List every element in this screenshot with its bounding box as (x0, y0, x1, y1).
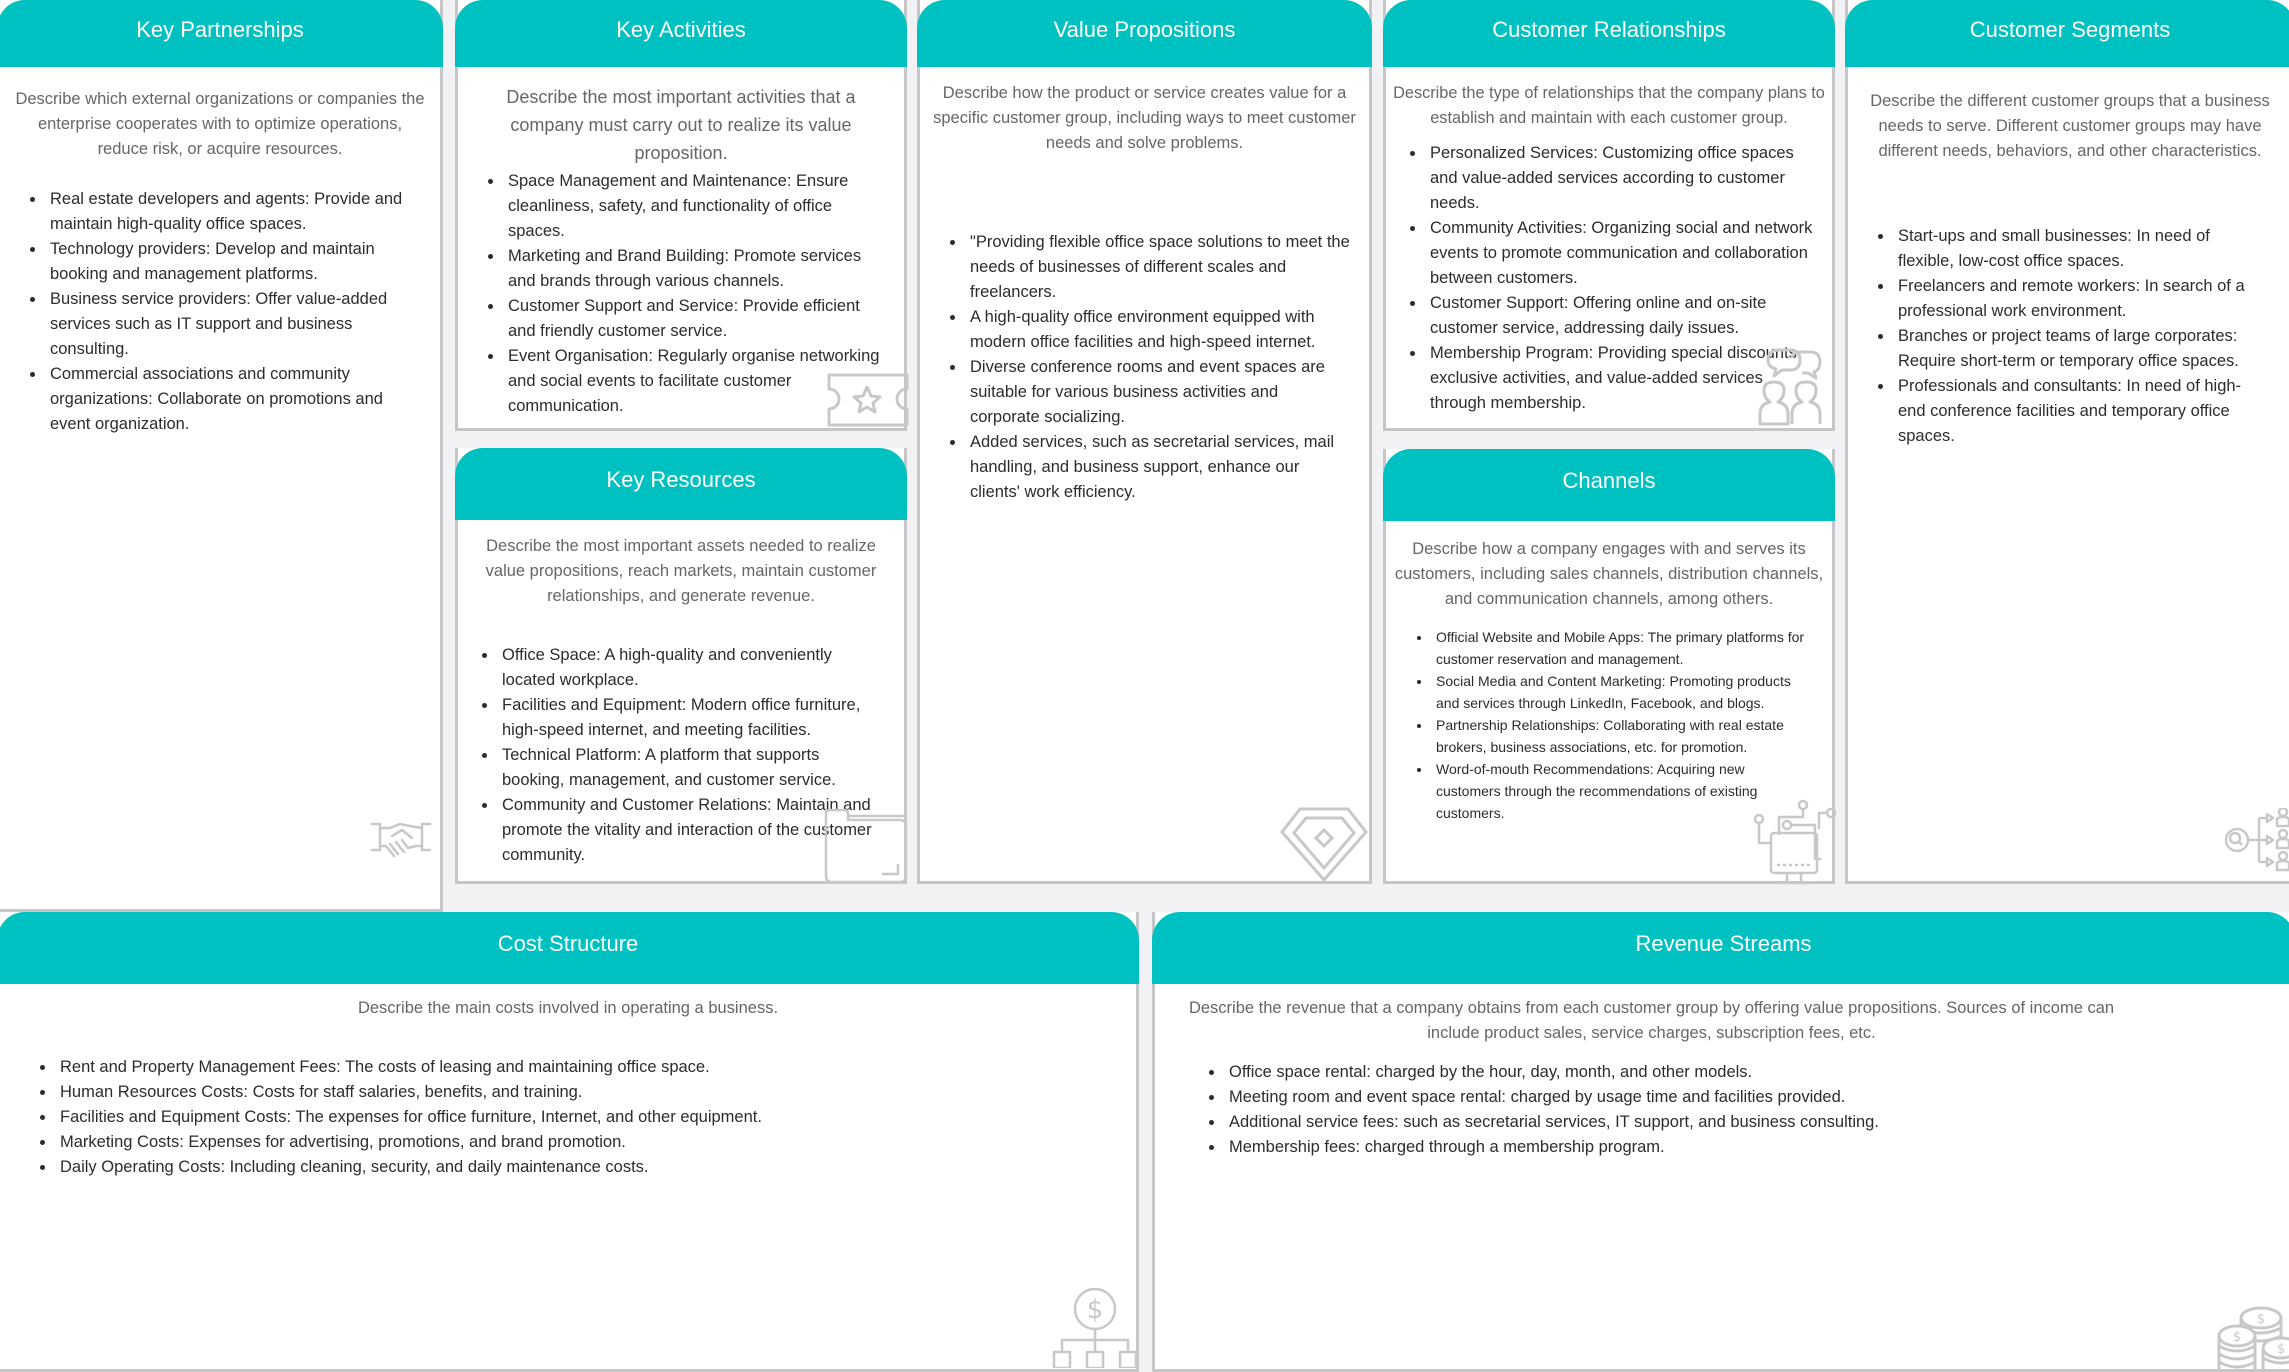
list-item: Partnership Relationships: Collaborating… (1432, 714, 1808, 758)
customer-segments-block: Customer Segments Describe the different… (1845, 0, 2289, 884)
channels-block: Channels Describe how a company engages … (1383, 449, 1837, 885)
list-item: Diverse conference rooms and event space… (966, 355, 1351, 430)
svg-text:$: $ (2233, 1330, 2241, 1345)
key-activities-header: Key Activities (455, 0, 907, 67)
key-partnerships-description: Describe which external organizations or… (15, 90, 425, 158)
list-item: Meeting room and event space rental: cha… (1225, 1085, 2284, 1110)
channels-description: Describe how a company engages with and … (1394, 540, 1824, 608)
list-item: Real estate developers and agents: Provi… (46, 187, 412, 237)
key-resources-header: Key Resources (455, 448, 907, 520)
value-propositions-description: Describe how the product or service crea… (933, 84, 1356, 152)
list-item: Technical Platform: A platform that supp… (498, 743, 886, 793)
folder-icon (822, 808, 912, 884)
list-item: Personalized Services: Customizing offic… (1426, 141, 1816, 216)
network-monitor-icon (1751, 799, 1837, 885)
list-item: Commercial associations and community or… (46, 362, 412, 437)
list-item: Professionals and consultants: In need o… (1894, 374, 2268, 449)
list-item: A high-quality office environment equipp… (966, 305, 1351, 355)
cost-structure-header: Cost Structure (0, 912, 1139, 984)
svg-text:$: $ (2277, 1342, 2285, 1357)
list-item: Social Media and Content Marketing: Prom… (1432, 670, 1808, 714)
svg-text:$: $ (1087, 1295, 1104, 1325)
key-partnerships-title: Key Partnerships (136, 16, 304, 42)
key-resources-title: Key Resources (606, 467, 756, 492)
list-item: Membership fees: charged through a membe… (1225, 1135, 2284, 1160)
cost-structure-title: Cost Structure (497, 931, 639, 956)
list-item: Customer Support and Service: Provide ef… (504, 294, 884, 344)
cost-structure-block: Cost Structure Describe the main costs i… (0, 912, 1139, 1372)
channels-list: Official Website and Mobile Apps: The pr… (1390, 626, 1828, 824)
list-item: Customer Support: Offering online and on… (1426, 291, 1816, 341)
value-propositions-header: Value Propositions (917, 0, 1372, 67)
key-partnerships-list: Real estate developers and agents: Provi… (8, 187, 432, 437)
list-item: Facilities and Equipment Costs: The expe… (56, 1105, 1128, 1130)
list-item: Technology providers: Develop and mainta… (46, 237, 412, 287)
customer-relationships-description: Describe the type of relationships that … (1393, 84, 1825, 127)
customer-relationships-block: Customer Relationships Describe the type… (1383, 0, 1835, 431)
cost-structure-description: Describe the main costs involved in oper… (357, 999, 779, 1017)
coins-icon: $ $ $ (2217, 1304, 2289, 1370)
value-propositions-list: "Providing flexible office space solutio… (928, 230, 1361, 505)
value-propositions-block: Value Propositions Describe how the prod… (917, 0, 1372, 884)
key-activities-block: Key Activities Describe the most importa… (455, 0, 909, 431)
key-activities-description: Describe the most important activities t… (506, 87, 856, 163)
revenue-streams-header: Revenue Streams (1152, 912, 2289, 984)
diamond-icon (1280, 806, 1368, 882)
key-partnerships-header: Key Partnerships (0, 0, 443, 67)
list-item: Branches or project teams of large corpo… (1894, 324, 2268, 374)
list-item: Start-ups and small businesses: In need … (1894, 224, 2268, 274)
svg-text:$: $ (2257, 1312, 2265, 1327)
customer-segments-header: Customer Segments (1845, 0, 2289, 67)
list-item: Office Space: A high-quality and conveni… (498, 643, 886, 693)
revenue-streams-list: Office space rental: charged by the hour… (1163, 1060, 2284, 1160)
customer-segments-description: Describe the different customer groups t… (1870, 92, 2270, 160)
list-item: Marketing and Brand Building: Promote se… (504, 244, 884, 294)
key-partnerships-block: Key Partnerships Describe which external… (0, 0, 443, 912)
list-item: Human Resources Costs: Costs for staff s… (56, 1080, 1128, 1105)
customer-segments-title: Customer Segments (1969, 16, 2171, 42)
people-chat-icon (1758, 346, 1828, 426)
list-item: Rent and Property Management Fees: The c… (56, 1055, 1128, 1080)
handshake-icon (370, 820, 432, 864)
list-item: Marketing Costs: Expenses for advertisin… (56, 1130, 1128, 1155)
segmentation-icon (2223, 808, 2289, 874)
list-item: Facilities and Equipment: Modern office … (498, 693, 886, 743)
customer-segments-list: Start-ups and small businesses: In need … (1856, 224, 2284, 449)
list-item: Added services, such as secretarial serv… (966, 430, 1351, 505)
channels-title: Channels (1562, 468, 1656, 493)
key-activities-title: Key Activities (616, 16, 746, 42)
customer-relationships-title: Customer Relationships (1492, 16, 1726, 42)
list-item: Daily Operating Costs: Including cleanin… (56, 1155, 1128, 1180)
list-item: Official Website and Mobile Apps: The pr… (1432, 626, 1808, 670)
list-item: Business service providers: Offer value-… (46, 287, 412, 362)
list-item: Freelancers and remote workers: In searc… (1894, 274, 2268, 324)
value-propositions-title: Value Propositions (1053, 16, 1236, 42)
revenue-streams-description: Describe the revenue that a company obta… (1188, 999, 2115, 1042)
customer-relationships-header: Customer Relationships (1383, 0, 1835, 67)
list-item: Office space rental: charged by the hour… (1225, 1060, 2284, 1085)
list-item: Additional service fees: such as secreta… (1225, 1110, 2284, 1135)
cost-structure-list: Rent and Property Management Fees: The c… (8, 1055, 1128, 1180)
channels-header: Channels (1383, 449, 1835, 521)
revenue-streams-block: Revenue Streams Describe the revenue tha… (1152, 912, 2289, 1372)
list-item: Community Activities: Organizing social … (1426, 216, 1816, 291)
key-resources-block: Key Resources Describe the most importan… (455, 448, 908, 884)
revenue-streams-title: Revenue Streams (1635, 931, 1812, 956)
key-resources-description: Describe the most important assets neede… (485, 537, 877, 605)
list-item: Space Management and Maintenance: Ensure… (504, 169, 884, 244)
list-item: "Providing flexible office space solutio… (966, 230, 1351, 305)
dollar-hierarchy-icon: $ (1052, 1288, 1138, 1368)
star-ticket-icon (825, 371, 909, 429)
